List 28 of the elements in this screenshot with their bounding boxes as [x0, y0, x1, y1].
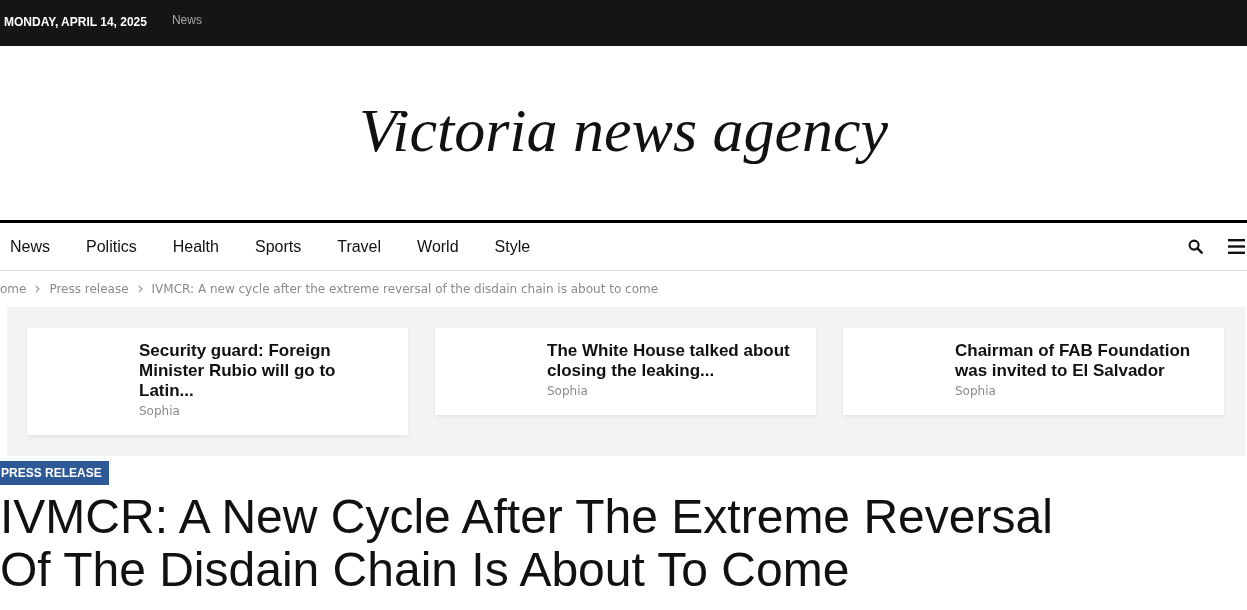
category-tag[interactable]: PRESS RELEASE — [0, 461, 109, 485]
card-title[interactable]: Chairman of FAB Foundation was invited to El Salvador — [955, 341, 1204, 381]
chevron-icon — [35, 285, 41, 293]
breadcrumb-current: IVMCR: A new cycle after the extreme reversal of the disdain chain is about to come — [151, 282, 659, 296]
author-name: Sophia — [547, 384, 588, 398]
chevron-icon — [137, 285, 143, 293]
author-name: Sophia — [139, 404, 180, 418]
top-bar-link[interactable]: News — [171, 13, 202, 31]
article-card[interactable]: Chairman of FAB Foundation was invited to El Salvador Sophia — [843, 328, 1224, 415]
nav-link[interactable]: Sports — [254, 237, 302, 256]
author-name: Sophia — [955, 384, 996, 398]
site-logo[interactable]: Victoria news agency — [358, 94, 889, 172]
breadcrumb-link[interactable]: ome — [0, 282, 27, 296]
nav-link[interactable]: Health — [172, 237, 219, 256]
article-title: IVMCR: A New Cycle After The Extreme Reversal Of The Disdain Chain Is About To Come — [0, 491, 1054, 597]
nav-link[interactable]: Politics — [86, 237, 137, 256]
nav-link[interactable]: News — [10, 237, 50, 256]
nav-link[interactable]: Style — [494, 237, 531, 256]
article-card[interactable]: Security guard: Foreign Minister Rubio will go to Latin... Sophia — [27, 328, 408, 435]
card-title[interactable]: The White House talked about closing the leaking... — [547, 341, 796, 381]
nav-link[interactable]: Travel — [337, 237, 382, 256]
menu-icon[interactable] — [1228, 239, 1245, 254]
search-icon[interactable] — [1188, 239, 1203, 254]
breadcrumb-link[interactable]: Press release — [49, 282, 129, 296]
nav-link[interactable]: World — [417, 237, 459, 256]
article-card[interactable]: The White House talked about closing the leaking... Sophia — [435, 328, 816, 415]
date-text: MONDAY, APRIL 14, 2025 — [4, 15, 147, 29]
card-title[interactable]: Security guard: Foreign Minister Rubio will go to Latin... — [139, 341, 388, 401]
